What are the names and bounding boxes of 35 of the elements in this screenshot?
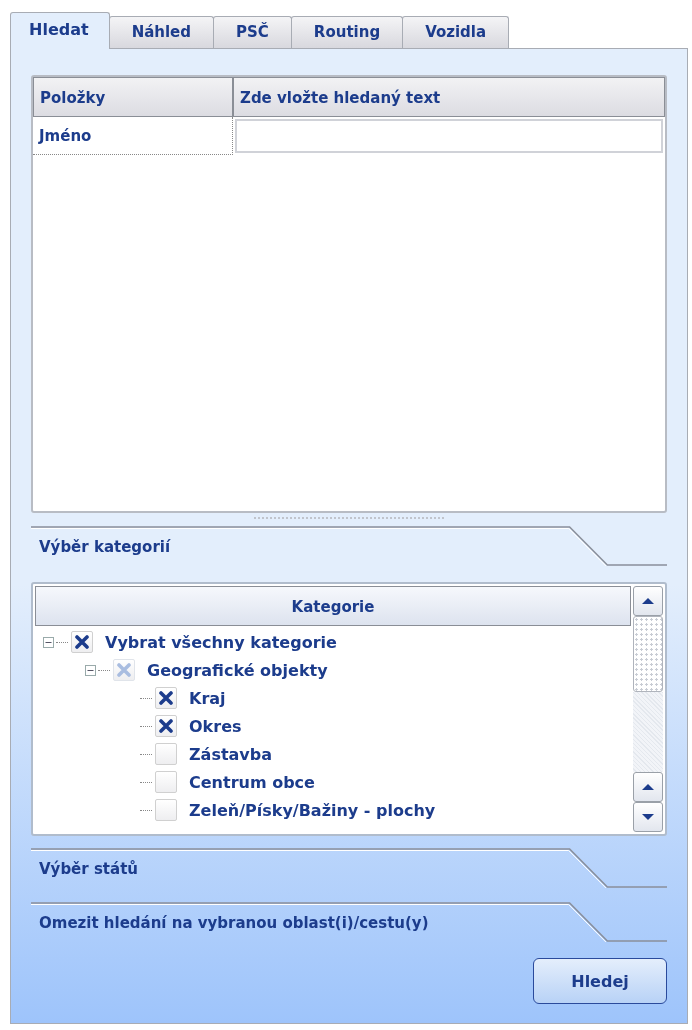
tree-item[interactable]: Kraj [189,688,226,708]
collapse-icon[interactable] [85,664,96,676]
down-arrow-icon [641,813,655,821]
section-header[interactable]: Výběr kategorií [39,536,171,556]
tree-item[interactable]: Vybrat všechny kategorie [105,632,337,652]
scroll-up-button[interactable] [633,772,663,802]
column-header: Zde vložte hledaný text [233,77,665,117]
collapse-icon[interactable] [43,636,54,648]
tab[interactable]: PSČ [213,16,292,48]
up-arrow-icon [641,597,655,605]
scroll-thumb[interactable] [633,616,663,692]
section-header[interactable]: Výběr států [39,858,138,878]
tab[interactable]: Vozidla [402,16,510,48]
row-label: Jméno [33,117,233,155]
checkbox[interactable] [155,799,177,821]
scroll-down-button[interactable] [633,802,663,832]
column-header: Kategorie [35,586,631,626]
section-header[interactable]: Omezit hledání na vybranou oblast(i)/cestu(y) [39,912,429,932]
scroll-up-button[interactable] [633,586,663,616]
splitter-handle[interactable] [254,517,444,522]
tree-item[interactable]: Zástavba [189,744,273,764]
column-header: Položky [33,77,233,117]
up-arrow-icon [641,783,655,791]
tree-item[interactable]: Zeleň/Písky/Bažiny - plochy [189,800,436,820]
checkbox[interactable] [155,771,177,793]
scrollbar[interactable] [633,586,663,832]
tab[interactable]: Hledat [10,12,110,49]
tab[interactable]: Náhled [108,16,215,48]
tree-item[interactable]: Geografické objekty [147,660,328,680]
search-button[interactable]: Hledej [533,958,667,1004]
tree-item[interactable]: Centrum obce [189,772,315,792]
input-field[interactable] [235,119,663,153]
tab[interactable]: Routing [290,16,404,48]
checkbox[interactable] [155,743,177,765]
tree-item[interactable]: Okres [189,716,242,736]
